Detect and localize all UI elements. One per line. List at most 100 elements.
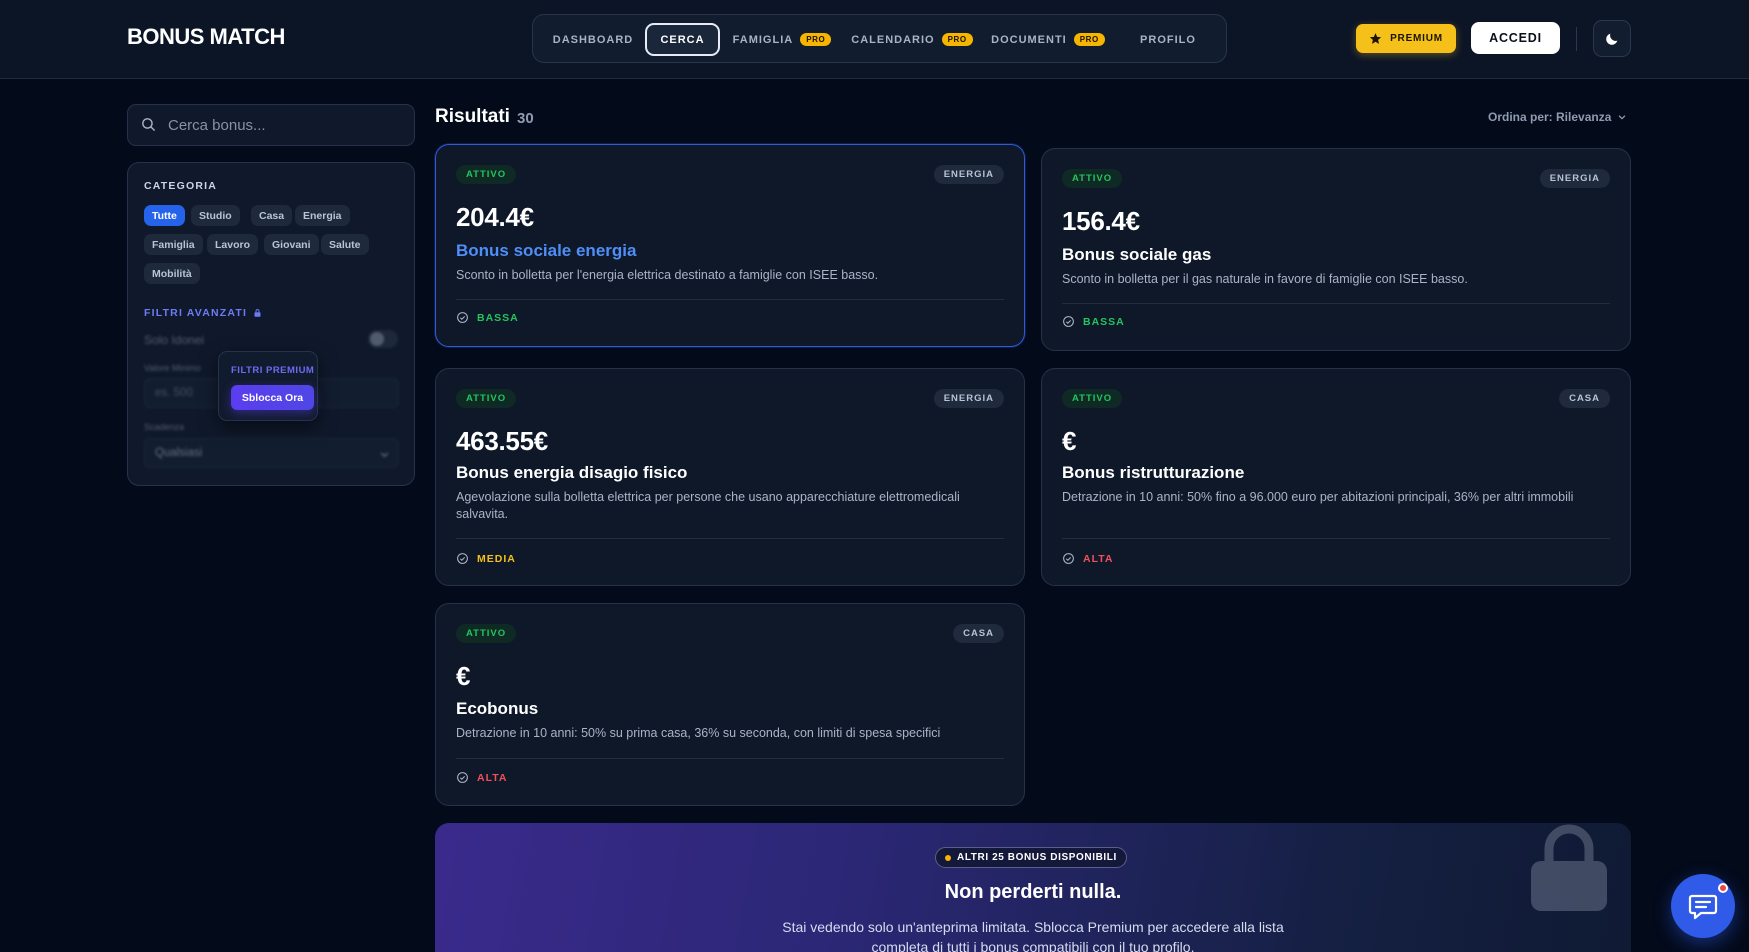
chip-giovani[interactable]: Giovani bbox=[264, 234, 319, 255]
bonus-card[interactable]: ATTIVO ENERGIA 204.4€ Bonus sociale ener… bbox=[435, 144, 1025, 347]
category-badge: ENERGIA bbox=[933, 389, 1004, 408]
level-label: BASSA bbox=[477, 311, 519, 324]
bonus-card[interactable]: ATTIVO CASA € Ecobonus Detrazione in 10 … bbox=[435, 603, 1025, 806]
nav-cerca[interactable]: CERCA bbox=[645, 23, 720, 56]
premium-promo-banner: ALTRI 25 BONUS DISPONIBILI Non perderti … bbox=[435, 823, 1631, 952]
card-divider bbox=[456, 758, 1004, 759]
bonus-amount: € bbox=[1062, 426, 1077, 456]
app-logo[interactable]: BONUS MATCH bbox=[127, 24, 285, 50]
premium-popup-title: FILTRI PREMIUM bbox=[231, 365, 315, 376]
bonus-title[interactable]: Ecobonus bbox=[456, 699, 538, 719]
bonus-card[interactable]: ATTIVO ENERGIA 463.55€ Bonus energia dis… bbox=[435, 368, 1025, 586]
level-label: ALTA bbox=[1083, 552, 1114, 565]
sort-dropdown[interactable]: Ordina per: Rilevanza bbox=[1488, 110, 1627, 124]
difficulty-level: BASSA bbox=[456, 311, 519, 324]
chip-famiglia[interactable]: Famiglia bbox=[144, 234, 203, 255]
search-icon bbox=[142, 118, 155, 131]
pro-badge: PRO bbox=[941, 33, 973, 46]
bonus-amount: 156.4€ bbox=[1062, 206, 1140, 236]
bonus-description: Sconto in bolletta per il gas naturale i… bbox=[1062, 272, 1468, 286]
status-badge: ATTIVO bbox=[456, 389, 517, 408]
unlock-button[interactable]: Sblocca Ora bbox=[231, 385, 314, 410]
category-badge: CASA bbox=[953, 624, 1004, 643]
bonus-title[interactable]: Bonus energia disagio fisico bbox=[456, 463, 687, 483]
nav-label: FAMIGLIA bbox=[732, 33, 794, 46]
top-header: BONUS MATCH DASHBOARD CERCA FAMIGLIA PRO… bbox=[0, 0, 1749, 79]
bonus-card[interactable]: ATTIVO CASA € Bonus ristrutturazione Det… bbox=[1041, 368, 1631, 586]
status-badge: ATTIVO bbox=[456, 624, 517, 643]
chip-mobilita[interactable]: Mobilità bbox=[144, 263, 200, 284]
bonus-description: Detrazione in 10 anni: 50% su prima casa… bbox=[456, 726, 941, 740]
chip-lavoro[interactable]: Lavoro bbox=[207, 234, 259, 255]
category-badge: CASA bbox=[1559, 389, 1610, 408]
card-divider bbox=[456, 299, 1004, 300]
nav-famiglia[interactable]: FAMIGLIA PRO bbox=[726, 23, 838, 56]
check-circle-icon bbox=[457, 553, 468, 564]
nav-label: CERCA bbox=[660, 33, 705, 46]
chip-salute[interactable]: Salute bbox=[321, 234, 369, 255]
star-icon bbox=[1369, 33, 1382, 44]
chip-studio[interactable]: Studio bbox=[191, 205, 240, 226]
nav-label: CALENDARIO bbox=[851, 33, 935, 46]
bonus-description: Detrazione in 10 anni: 50% fino a 96.000… bbox=[1062, 490, 1574, 504]
nav-dashboard[interactable]: DASHBOARD bbox=[543, 23, 643, 56]
nav-documenti[interactable]: DOCUMENTI PRO bbox=[987, 23, 1109, 56]
bonus-amount: 204.4€ bbox=[456, 202, 534, 232]
status-badge: ATTIVO bbox=[1062, 389, 1123, 408]
chevron-down-icon bbox=[1619, 115, 1626, 120]
premium-button[interactable]: PREMIUM bbox=[1356, 24, 1456, 53]
bonus-description: Agevolazione sulla bolletta elettrica pe… bbox=[456, 490, 960, 521]
results-title: Risultati bbox=[435, 106, 510, 127]
search-input[interactable] bbox=[168, 105, 408, 145]
main-nav: DASHBOARD CERCA FAMIGLIA PRO CALENDARIO … bbox=[532, 14, 1227, 63]
bonus-title[interactable]: Bonus ristrutturazione bbox=[1062, 463, 1244, 483]
nav-label: DOCUMENTI bbox=[991, 33, 1067, 46]
chip-casa[interactable]: Casa bbox=[251, 205, 293, 226]
more-bonus-badge: ALTRI 25 BONUS DISPONIBILI bbox=[935, 847, 1127, 868]
min-value-label: Valore Minimo bbox=[144, 363, 201, 373]
chip-energia[interactable]: Energia bbox=[295, 205, 350, 226]
status-badge: ATTIVO bbox=[456, 165, 517, 184]
difficulty-level: MEDIA bbox=[456, 552, 516, 565]
nav-calendario[interactable]: CALENDARIO PRO bbox=[849, 23, 975, 56]
nav-label: PROFILO bbox=[1140, 33, 1196, 46]
check-circle-icon bbox=[1063, 316, 1074, 327]
bonus-description: Sconto in bolletta per l'energia elettri… bbox=[456, 268, 879, 282]
card-divider bbox=[456, 538, 1004, 539]
bonus-title[interactable]: Bonus sociale energia bbox=[456, 241, 636, 261]
bonus-title[interactable]: Bonus sociale gas bbox=[1062, 245, 1211, 265]
pro-badge: PRO bbox=[1073, 33, 1105, 46]
deadline-label: Scadenza bbox=[144, 422, 185, 432]
nav-profilo[interactable]: PROFILO bbox=[1125, 23, 1211, 56]
more-bonus-label: ALTRI 25 BONUS DISPONIBILI bbox=[957, 852, 1117, 863]
difficulty-level: ALTA bbox=[1062, 552, 1113, 565]
advanced-filters-title: FILTRI AVANZATI bbox=[144, 307, 262, 319]
search-box bbox=[127, 104, 415, 146]
only-eligible-toggle[interactable] bbox=[368, 330, 398, 348]
category-title: CATEGORIA bbox=[144, 180, 218, 192]
card-divider bbox=[1062, 538, 1610, 539]
filters-panel: CATEGORIA Tutte Studio Casa Energia Fami… bbox=[127, 162, 415, 486]
level-label: MEDIA bbox=[477, 552, 516, 565]
advanced-filters-label: FILTRI AVANZATI bbox=[144, 307, 248, 319]
results-count: 30 bbox=[517, 110, 534, 127]
nav-label: DASHBOARD bbox=[552, 33, 634, 46]
check-circle-icon bbox=[1063, 553, 1074, 564]
chat-button[interactable] bbox=[1671, 874, 1735, 938]
premium-filters-popup: FILTRI PREMIUM Sblocca Ora bbox=[218, 351, 318, 421]
bonus-amount: 463.55€ bbox=[456, 426, 548, 456]
theme-toggle-button[interactable] bbox=[1593, 20, 1631, 57]
category-badge: ENERGIA bbox=[933, 165, 1004, 184]
promo-text: Stai vedendo solo un'anteprima limitata.… bbox=[782, 919, 1284, 952]
bonus-amount: € bbox=[456, 661, 471, 691]
premium-label: PREMIUM bbox=[1390, 33, 1443, 44]
level-label: BASSA bbox=[1083, 315, 1125, 328]
deadline-select[interactable]: Qualsiasi bbox=[144, 438, 399, 468]
pro-badge: PRO bbox=[800, 33, 832, 46]
badge-dot bbox=[945, 854, 951, 861]
login-button[interactable]: ACCEDI bbox=[1471, 22, 1560, 54]
chevron-down-icon bbox=[380, 452, 389, 458]
chat-icon bbox=[1688, 894, 1718, 920]
chip-tutte[interactable]: Tutte bbox=[144, 205, 185, 226]
bonus-card[interactable]: ATTIVO ENERGIA 156.4€ Bonus sociale gas … bbox=[1041, 148, 1631, 351]
